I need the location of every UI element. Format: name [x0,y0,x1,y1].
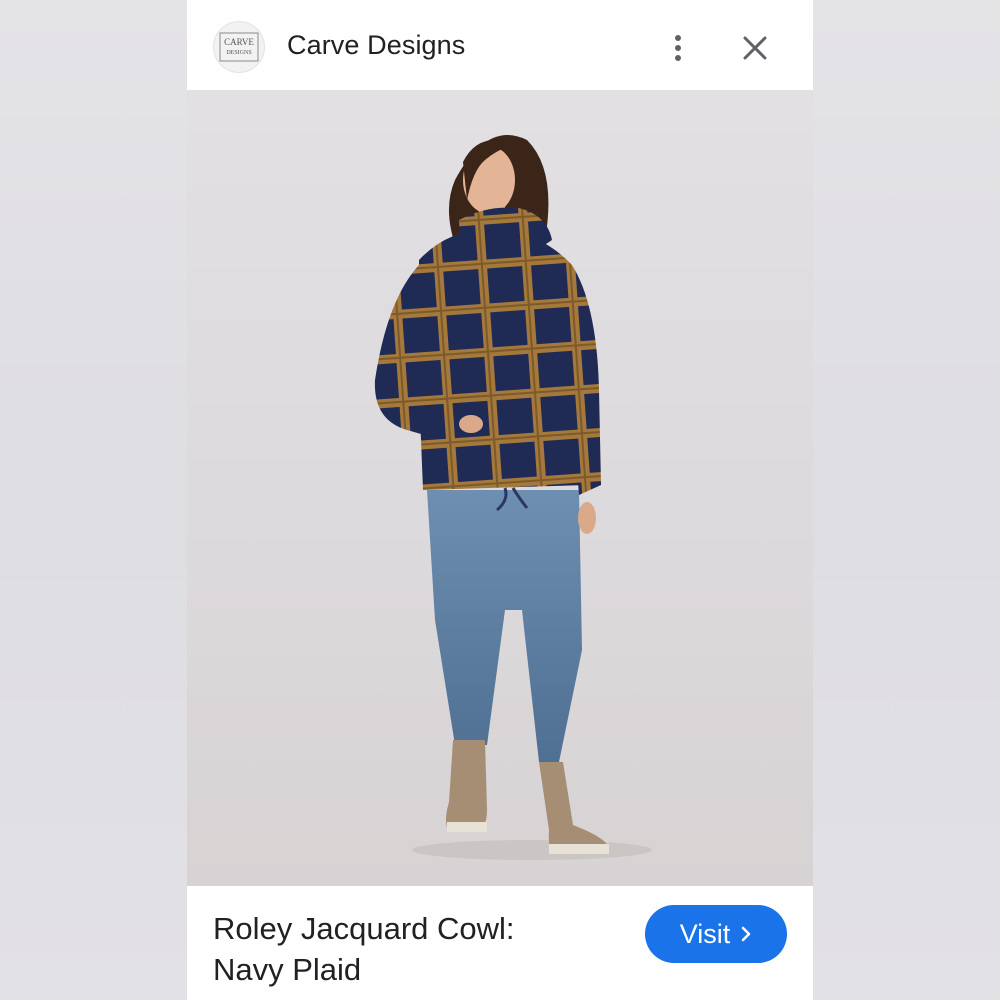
close-icon[interactable] [737,30,773,66]
more-vert-icon[interactable] [663,28,693,68]
preview-footer: Roley Jacquard Cowl: Navy Plaid Visit [187,886,813,1000]
image-preview-card: CARVE DESIGNS Carve Designs Roley Jacqua… [187,0,813,1000]
background-left [0,0,187,1000]
chevron-right-icon [742,926,751,942]
visit-button[interactable]: Visit [645,905,787,963]
visit-button-label: Visit [679,918,731,949]
svg-text:CARVE: CARVE [224,37,254,47]
background-right [813,0,1000,1000]
carve-designs-logo: CARVE DESIGNS [219,32,259,62]
site-logo-avatar[interactable]: CARVE DESIGNS [213,21,265,73]
model-illustration [374,135,652,860]
product-title-line-2: Navy Plaid [213,952,362,987]
product-image[interactable] [187,90,813,886]
preview-header: CARVE DESIGNS Carve Designs [187,0,813,90]
product-title-line-1: Roley Jacquard Cowl: [213,911,515,946]
product-title[interactable]: Roley Jacquard Cowl: Navy Plaid [213,908,593,990]
site-name[interactable]: Carve Designs [287,30,465,61]
svg-text:DESIGNS: DESIGNS [226,50,251,56]
